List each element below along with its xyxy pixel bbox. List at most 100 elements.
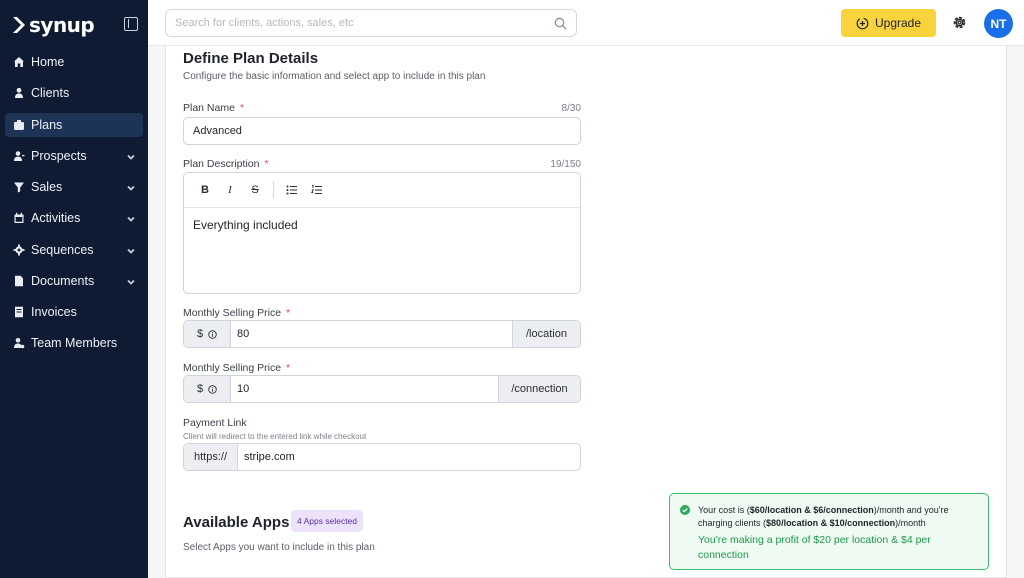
- strikethrough-button[interactable]: S: [244, 179, 266, 201]
- sidebar-item-label: Sequences: [31, 242, 94, 257]
- calendar-icon: [12, 212, 25, 225]
- sidebar-item-label: Activities: [31, 211, 81, 226]
- cog-icon: [12, 243, 25, 256]
- sidebar-item-label: Prospects: [31, 148, 87, 163]
- sidebar-item-label: Team Members: [31, 336, 118, 351]
- upgrade-button[interactable]: Upgrade: [841, 9, 936, 37]
- synup-logo-icon: [13, 17, 25, 33]
- sidebar: synup Home Clients Plans Prospects Sales…: [0, 0, 148, 578]
- plan-description-text[interactable]: Everything included: [184, 208, 580, 242]
- search-box: [165, 9, 577, 37]
- brand-logo[interactable]: synup: [12, 12, 95, 38]
- bullet-list-button[interactable]: [281, 179, 303, 201]
- avatar[interactable]: NT: [984, 9, 1013, 38]
- sidebar-item-label: Sales: [31, 180, 63, 194]
- apps-selected-badge: 4 Apps selected: [291, 510, 364, 532]
- sidebar-item-sales[interactable]: Sales: [5, 175, 143, 199]
- currency-symbol: $: [196, 383, 204, 395]
- info-icon[interactable]: [208, 384, 217, 394]
- info-icon[interactable]: [208, 329, 217, 339]
- numbered-list-button[interactable]: [306, 179, 328, 201]
- plan-name-field-wrap: [183, 117, 581, 145]
- home-icon: [12, 56, 25, 69]
- available-apps-title: Available Apps: [183, 514, 290, 531]
- price-connection-label: Monthly Selling Price *: [183, 362, 291, 374]
- toolbar-divider: [273, 181, 274, 199]
- sidebar-item-label: Documents: [31, 273, 95, 288]
- editor-toolbar: B I S: [184, 173, 580, 208]
- url-prefix-addon: https://: [184, 444, 238, 470]
- italic-button[interactable]: I: [219, 179, 241, 201]
- document-icon: [12, 274, 25, 287]
- gear-icon[interactable]: [951, 14, 968, 31]
- plan-name-counter: 8/30: [561, 103, 581, 114]
- profit-notice: Your cost is ($60/location & $6/connecti…: [669, 493, 989, 570]
- profit-summary: You're making a profit of $20 per locati…: [698, 534, 931, 561]
- price-location-group: $ /location: [183, 320, 581, 348]
- currency-symbol: $: [196, 328, 204, 340]
- payment-link-group: https://: [183, 443, 581, 471]
- required-mark: *: [239, 102, 245, 114]
- chevron-down-icon[interactable]: [126, 276, 136, 286]
- sidebar-nav: Home Clients Plans Prospects Sales Activ…: [5, 50, 143, 363]
- price-connection-group: $ /connection: [183, 375, 581, 403]
- sidebar-item-label: Home: [31, 55, 65, 69]
- check-circle-icon: [680, 505, 690, 515]
- plan-description-label: Plan Description *: [183, 158, 269, 170]
- brand-name: synup: [29, 13, 95, 37]
- available-apps-subtitle: Select Apps you want to include in this …: [183, 542, 375, 553]
- sidebar-item-sequences[interactable]: Sequences: [5, 238, 143, 262]
- sidebar-item-label: Invoices: [31, 305, 77, 319]
- sidebar-item-label: Plans: [31, 117, 63, 132]
- sidebar-item-prospects[interactable]: Prospects: [5, 144, 143, 168]
- required-mark: *: [264, 158, 269, 170]
- bullet-list-icon: [286, 185, 297, 195]
- chevron-down-icon[interactable]: [126, 245, 136, 255]
- payment-link-field[interactable]: [238, 444, 580, 470]
- required-mark: *: [286, 362, 291, 374]
- price-location-label: Monthly Selling Price *: [183, 307, 291, 319]
- price-connection-field[interactable]: [231, 376, 498, 402]
- plan-description-counter: 19/150: [550, 159, 581, 170]
- invoice-icon: [12, 306, 25, 319]
- sidebar-item-home[interactable]: Home: [5, 50, 143, 74]
- currency-addon: $: [184, 376, 231, 402]
- unit-addon: /connection: [498, 376, 580, 402]
- numbered-list-icon: [311, 185, 322, 195]
- page-subtitle: Configure the basic information and sele…: [183, 71, 486, 82]
- search-input[interactable]: [166, 10, 536, 36]
- page-title: Define Plan Details: [183, 50, 319, 67]
- prospects-icon: [12, 149, 25, 162]
- sidebar-item-activities[interactable]: Activities: [5, 206, 143, 230]
- chevron-down-icon[interactable]: [126, 151, 136, 161]
- chevron-down-icon[interactable]: [126, 213, 136, 223]
- upgrade-icon: [856, 17, 869, 29]
- sidebar-item-label: Clients: [31, 86, 70, 101]
- funnel-icon: [12, 181, 25, 194]
- sidebar-item-documents[interactable]: Documents: [5, 269, 143, 293]
- top-header: Upgrade NT: [148, 0, 1024, 46]
- sidebar-item-plans[interactable]: Plans: [5, 112, 143, 137]
- charge-value: $80/location & $10/connection: [766, 518, 896, 528]
- cost-summary: Your cost is ($60/location & $6/connecti…: [698, 505, 949, 528]
- person-icon: [12, 87, 25, 100]
- cost-value: $60/location & $6/connection: [749, 505, 874, 515]
- payment-link-label: Payment Link: [183, 417, 247, 429]
- sidebar-item-team-members[interactable]: Team Members: [5, 331, 143, 355]
- currency-addon: $: [184, 321, 231, 347]
- search-icon[interactable]: [554, 17, 567, 30]
- payment-link-hint: Client will redirect to the entered link…: [183, 432, 367, 441]
- bold-button[interactable]: B: [194, 179, 216, 201]
- sidebar-collapse-icon[interactable]: [124, 17, 138, 31]
- unit-addon: /location: [512, 321, 580, 347]
- plans-icon: [12, 118, 25, 131]
- upgrade-label: Upgrade: [874, 16, 922, 30]
- required-mark: *: [286, 307, 291, 319]
- plan-name-label: Plan Name *: [183, 102, 245, 114]
- price-location-field[interactable]: [231, 321, 512, 347]
- sidebar-item-clients[interactable]: Clients: [5, 81, 143, 105]
- chevron-down-icon[interactable]: [126, 182, 136, 192]
- plan-description-editor[interactable]: B I S Everything included: [183, 172, 581, 294]
- plan-name-field[interactable]: [184, 118, 580, 144]
- sidebar-item-invoices[interactable]: Invoices: [5, 300, 143, 324]
